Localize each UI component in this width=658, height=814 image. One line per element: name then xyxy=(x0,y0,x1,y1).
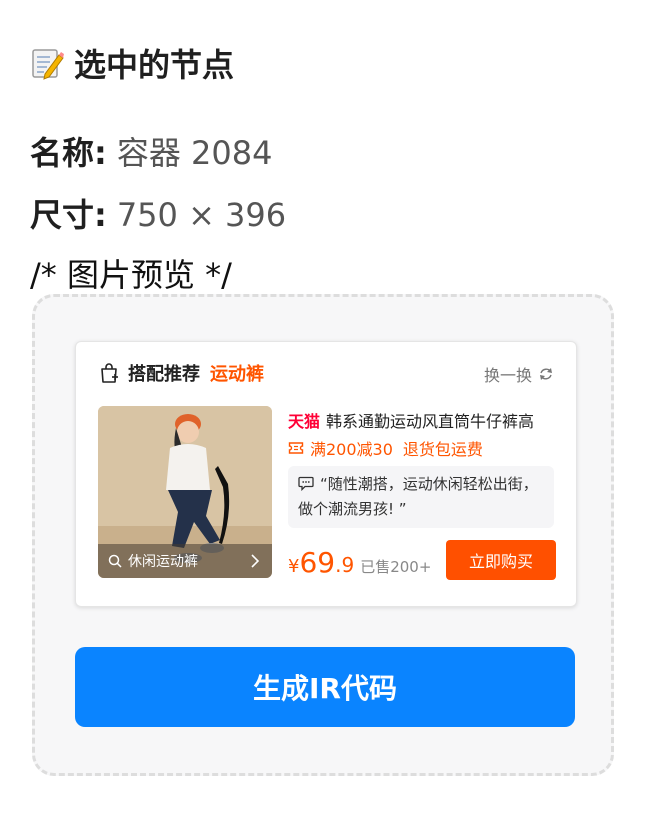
swap-button[interactable]: 换一换 xyxy=(484,362,554,386)
quote-text: “随性潮搭，运动休闲轻松出街，做个潮流男孩! ” xyxy=(298,475,538,518)
product-title-text: 韩系通勤运动风直筒牛仔裤高 xyxy=(326,412,535,431)
buy-now-button[interactable]: 立即购买 xyxy=(446,540,556,580)
node-name-value: 容器 2084 xyxy=(116,134,273,172)
product-image[interactable]: 休闲运动裤 xyxy=(98,406,272,578)
price-decimal: .9 xyxy=(335,553,355,577)
node-size-value: 750 × 396 xyxy=(116,196,287,234)
generate-ir-code-button[interactable]: 生成IR代码 xyxy=(75,647,575,727)
price-currency: ¥ xyxy=(288,556,300,577)
shopping-bag-icon xyxy=(101,363,118,383)
memo-icon xyxy=(32,49,64,80)
price-integer: 69 xyxy=(299,546,336,579)
sold-count: 已售200+ xyxy=(360,558,432,576)
node-size-row: 尺寸: 750 × 396 xyxy=(30,190,286,236)
promo-return: 退货包运费 xyxy=(402,440,483,459)
swap-label: 换一换 xyxy=(483,366,532,385)
promo-discount: 满200减30 xyxy=(310,440,393,459)
refresh-icon xyxy=(540,368,552,380)
search-icon xyxy=(108,554,122,568)
promo-row: 满200减30 退货包运费 xyxy=(288,436,483,460)
page-title: 选中的节点 xyxy=(74,46,235,84)
recommendation-card[interactable]: 搭配推荐 运动裤 换一换 休闲运动裤 天猫 韩系通勤运动风直筒牛仔裤高 满200… xyxy=(75,341,577,607)
chat-bubble-icon xyxy=(298,476,314,492)
coupon-icon xyxy=(288,442,304,454)
node-size-label: 尺寸: xyxy=(30,196,107,234)
price-row: ¥ 69 .9 已售200+ xyxy=(288,546,431,579)
chevron-right-icon xyxy=(251,554,260,568)
image-search-text: 休闲运动裤 xyxy=(128,554,198,570)
card-title: 搭配推荐 xyxy=(128,364,200,385)
tmall-badge: 天猫 xyxy=(288,412,321,431)
card-category: 运动裤 xyxy=(210,364,264,385)
node-name-row: 名称: 容器 2084 xyxy=(30,128,272,174)
preview-comment: /* 图片预览 */ xyxy=(30,256,232,294)
node-name-label: 名称: xyxy=(30,134,107,172)
header: 选中的节点 xyxy=(30,40,234,86)
image-search-bar[interactable]: 休闲运动裤 xyxy=(98,544,272,578)
card-header: 搭配推荐 运动裤 xyxy=(98,360,264,386)
product-title[interactable]: 天猫 韩系通勤运动风直筒牛仔裤高 xyxy=(288,408,534,432)
image-preview: 搭配推荐 运动裤 换一换 休闲运动裤 天猫 韩系通勤运动风直筒牛仔裤高 满200… xyxy=(32,294,614,776)
recommendation-quote: “随性潮搭，运动休闲轻松出街，做个潮流男孩! ” xyxy=(288,466,554,528)
